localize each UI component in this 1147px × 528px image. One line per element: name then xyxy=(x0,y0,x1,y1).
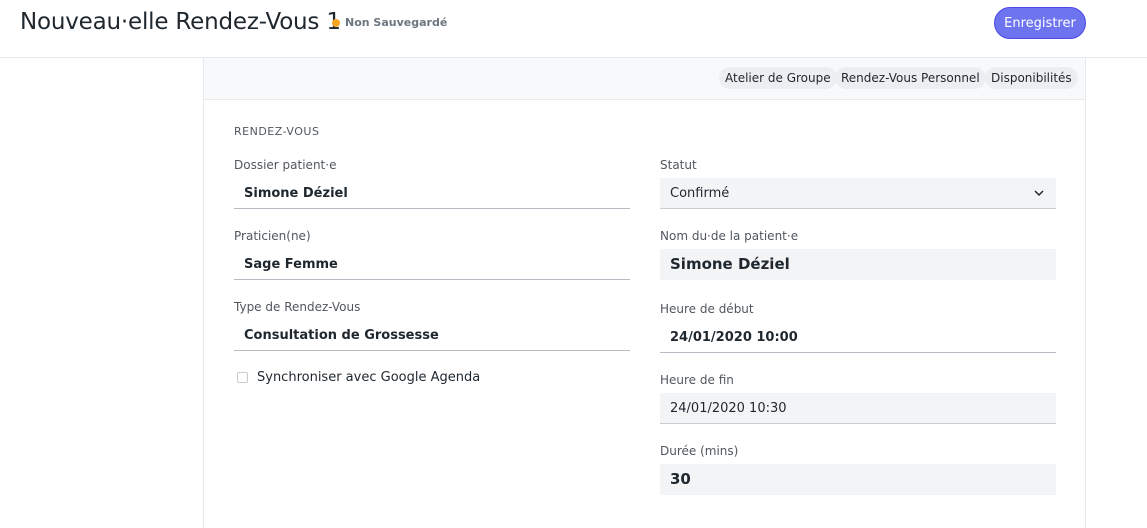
page-title: Nouveau·elle Rendez-Vous 1 xyxy=(20,9,341,35)
duration-label: Durée (mins) xyxy=(660,444,739,458)
google-sync-checkbox[interactable] xyxy=(237,372,248,383)
personal-appointment-button[interactable]: Rendez-Vous Personnel xyxy=(835,67,986,89)
availabilities-button[interactable]: Disponibilités xyxy=(985,67,1078,89)
status-indicator: Non Sauvegardé xyxy=(332,16,447,29)
status-label: Statut xyxy=(660,158,697,172)
status-select[interactable]: Confirmé xyxy=(660,178,1056,209)
patient-name-field: Simone Déziel xyxy=(660,249,1056,280)
patient-name-label: Nom du·de la patient·e xyxy=(660,229,799,243)
status-value: Confirmé xyxy=(670,186,730,201)
patient-record-field[interactable]: Simone Déziel xyxy=(234,178,630,209)
chevron-down-icon xyxy=(1034,190,1044,197)
start-time-field[interactable]: 24/01/2020 10:00 xyxy=(660,322,1056,353)
save-button[interactable]: Enregistrer xyxy=(994,7,1086,39)
form-toolbar: Atelier de Groupe Rendez-Vous Personnel … xyxy=(204,58,1085,100)
appointment-type-field[interactable]: Consultation de Grossesse xyxy=(234,320,630,351)
appointment-type-label: Type de Rendez-Vous xyxy=(234,300,361,314)
unsaved-dot-icon xyxy=(332,18,340,27)
patient-record-label: Dossier patient·e xyxy=(234,158,337,172)
status-text: Non Sauvegardé xyxy=(345,16,448,29)
start-time-label: Heure de début xyxy=(660,302,754,316)
practitioner-field[interactable]: Sage Femme xyxy=(234,249,630,280)
google-sync-label: Synchroniser avec Google Agenda xyxy=(257,370,481,385)
section-title: RENDEZ-VOUS xyxy=(234,125,320,138)
page-header: Nouveau·elle Rendez-Vous 1 Non Sauvegard… xyxy=(0,0,1147,58)
form-panel: Atelier de Groupe Rendez-Vous Personnel … xyxy=(203,58,1086,528)
group-workshop-button[interactable]: Atelier de Groupe xyxy=(719,67,837,89)
end-time-field[interactable]: 24/01/2020 10:30 xyxy=(660,393,1056,424)
google-sync-row[interactable]: Synchroniser avec Google Agenda xyxy=(237,370,480,385)
end-time-label: Heure de fin xyxy=(660,373,734,387)
duration-field[interactable]: 30 xyxy=(660,464,1056,495)
practitioner-label: Praticien(ne) xyxy=(234,229,311,243)
